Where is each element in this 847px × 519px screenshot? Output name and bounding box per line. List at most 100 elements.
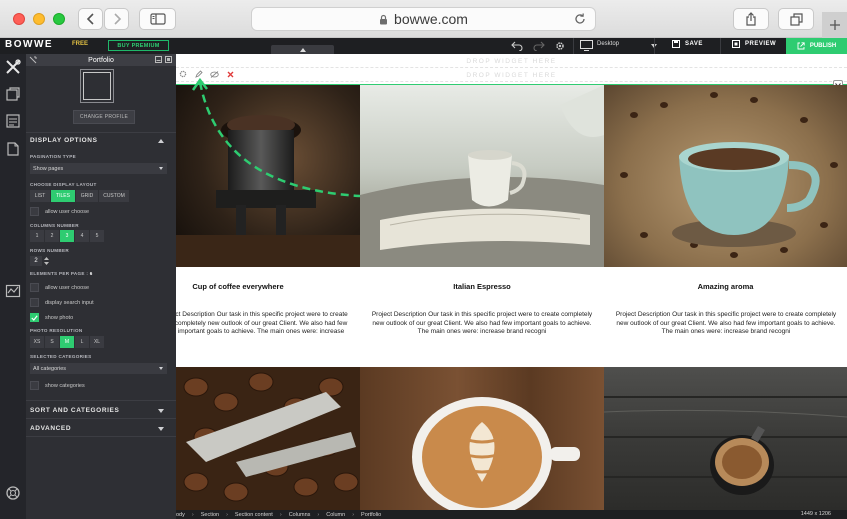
help-lifebuoy-icon[interactable] xyxy=(4,484,22,502)
layers-icon[interactable] xyxy=(4,85,22,103)
show-categories-checkbox[interactable]: show categories xyxy=(30,381,85,390)
breadcrumb-separator-icon: › xyxy=(226,511,228,518)
url-text: bowwe.com xyxy=(394,11,468,27)
tabs-overview-button[interactable] xyxy=(778,8,814,30)
card-title[interactable]: Amazing aroma xyxy=(604,282,847,291)
elements-per-page-label: ELEMENTS PER PAGE : 6 xyxy=(30,271,93,276)
move-handle-icon[interactable] xyxy=(29,56,37,64)
pagination-type-select[interactable]: Show pages xyxy=(30,163,167,174)
allow-user-choose-elements-checkbox[interactable]: allow user choose xyxy=(30,283,89,292)
share-icon xyxy=(746,12,756,26)
device-label: Desktop xyxy=(597,41,620,47)
export-icon xyxy=(797,42,805,50)
sidebar-toggle-button[interactable] xyxy=(139,8,176,30)
redo-icon[interactable] xyxy=(533,41,545,51)
caret-down-icon[interactable] xyxy=(158,427,164,431)
widget-settings-icon[interactable] xyxy=(176,68,189,80)
save-icon xyxy=(672,40,680,48)
columns-number-label: COLUMNS NUMBER xyxy=(30,223,79,228)
preview-button[interactable]: PREVIEW xyxy=(732,40,776,48)
portfolio-photo-latte-art[interactable] xyxy=(360,367,604,510)
fullscreen-window-button[interactable] xyxy=(53,13,65,25)
resolution-option-s[interactable]: S xyxy=(45,336,59,348)
advanced-heading[interactable]: ADVANCED xyxy=(30,425,71,432)
breadcrumb-separator-icon: › xyxy=(279,511,282,518)
show-photo-checkbox[interactable]: show photo xyxy=(30,313,73,322)
preview-label: PREVIEW xyxy=(745,41,777,47)
publish-button[interactable]: PUBLISH xyxy=(786,38,847,54)
breadcrumb-item[interactable]: Portfolio xyxy=(361,512,381,518)
portfolio-photo-amazing-aroma[interactable] xyxy=(604,85,847,267)
layout-option-grid[interactable]: GRID xyxy=(76,190,98,202)
new-tab-button[interactable] xyxy=(822,12,847,38)
document-icon[interactable] xyxy=(4,140,22,158)
breadcrumb-item[interactable]: Columns xyxy=(289,512,311,518)
chevron-left-icon xyxy=(86,13,94,25)
columns-option-1[interactable]: 1 xyxy=(30,230,44,242)
allow-user-choose-layout-checkbox[interactable]: allow user choose xyxy=(30,207,89,216)
rows-number-label: ROWS NUMBER xyxy=(30,248,70,253)
back-button[interactable] xyxy=(78,8,103,30)
breadcrumb-item[interactable]: ody xyxy=(176,512,185,518)
chevron-right-icon xyxy=(113,13,121,25)
minimize-panel-icon[interactable] xyxy=(155,56,162,63)
breadcrumb-separator-icon: › xyxy=(352,511,355,518)
layout-segmented-control: LIST TILES GRID CUSTOM xyxy=(30,190,129,202)
caret-up-icon[interactable] xyxy=(158,139,164,143)
close-window-button[interactable] xyxy=(13,13,25,25)
breadcrumb-separator-icon: › xyxy=(317,511,320,518)
chevron-down-icon xyxy=(159,167,163,170)
columns-option-4[interactable]: 4 xyxy=(75,230,89,242)
resolution-option-xl[interactable]: XL xyxy=(90,336,104,348)
breadcrumb-item[interactable]: Section xyxy=(201,512,219,518)
portfolio-photo-italian-espresso[interactable] xyxy=(360,85,604,267)
stepper-arrows-icon[interactable] xyxy=(44,256,49,266)
tools-icon[interactable] xyxy=(4,58,22,76)
resolution-option-l[interactable]: L xyxy=(75,336,89,348)
reload-icon[interactable] xyxy=(573,12,587,26)
pages-icon[interactable] xyxy=(4,112,22,130)
breadcrumb-item[interactable]: Section content xyxy=(235,512,273,518)
element-breadcrumb-bar: ody › Section › Section content › Columns › Colu… xyxy=(176,510,847,519)
analytics-icon[interactable] xyxy=(4,282,22,300)
collapse-toolbar-button[interactable] xyxy=(271,45,334,54)
columns-option-3[interactable]: 3 xyxy=(60,230,74,242)
columns-option-2[interactable]: 2 xyxy=(45,230,59,242)
sort-and-categories-heading[interactable]: SORT AND CATEGORIES xyxy=(30,407,119,414)
editor-toolbar: BOWWE FREE BUY PREMIUM Desktop SAVE PREV… xyxy=(0,38,847,54)
rows-value[interactable]: 2 xyxy=(30,256,42,266)
breadcrumb-item[interactable]: Column xyxy=(326,512,345,518)
display-layout-label: CHOOSE DISPLAY LAYOUT xyxy=(30,182,97,187)
display-options-heading[interactable]: DISPLAY OPTIONS xyxy=(30,137,98,144)
forward-button[interactable] xyxy=(104,8,129,30)
rows-stepper[interactable]: 2 xyxy=(30,256,49,266)
share-button[interactable] xyxy=(733,8,769,30)
undo-icon[interactable] xyxy=(511,41,523,51)
resolution-option-m[interactable]: M xyxy=(60,336,74,348)
save-button[interactable]: SAVE xyxy=(672,40,703,48)
tabs-icon xyxy=(789,12,803,26)
portfolio-photo-coffee-beans[interactable] xyxy=(176,367,360,510)
address-bar[interactable]: bowwe.com xyxy=(251,7,596,31)
columns-option-5[interactable]: 5 xyxy=(90,230,104,242)
buy-premium-button[interactable]: BUY PREMIUM xyxy=(108,40,169,51)
display-search-input-checkbox[interactable]: display search input xyxy=(30,298,94,307)
drop-widget-zone[interactable]: DROP WIDGET HERE xyxy=(176,56,847,68)
card-title[interactable]: Italian Espresso xyxy=(360,282,604,291)
layout-option-list[interactable]: LIST xyxy=(30,190,50,202)
categories-select[interactable]: All categories xyxy=(30,363,167,374)
bowwe-logo: BOWWE xyxy=(5,39,54,50)
settings-gear-icon[interactable] xyxy=(555,41,565,51)
card-title[interactable]: Cup of coffee everywhere xyxy=(176,282,300,291)
caret-down-icon[interactable] xyxy=(158,409,164,413)
layout-option-custom[interactable]: CUSTOM xyxy=(99,190,129,202)
maximize-panel-icon[interactable] xyxy=(165,56,172,63)
change-profile-button[interactable]: CHANGE PROFILE xyxy=(73,110,135,124)
selected-categories-label: SELECTED CATEGORIES xyxy=(30,354,92,359)
plan-badge: FREE xyxy=(72,41,89,47)
device-selector[interactable]: Desktop xyxy=(580,40,658,51)
portfolio-photo-dark-coffee[interactable] xyxy=(604,367,847,510)
minimize-window-button[interactable] xyxy=(33,13,45,25)
resolution-option-xs[interactable]: XS xyxy=(30,336,44,348)
layout-option-tiles[interactable]: TILES xyxy=(51,190,75,202)
